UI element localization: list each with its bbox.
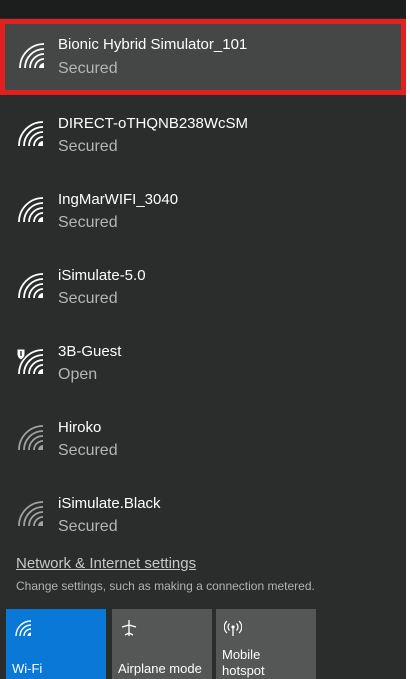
wifi-weak-signal-icon <box>18 425 44 451</box>
network-name: Bionic Hybrid Simulator_101 <box>58 36 248 53</box>
network-name: 3B-Guest <box>58 343 122 360</box>
wifi-open-shield-icon <box>16 348 44 375</box>
quick-action-label-line2: hotspot <box>222 663 265 678</box>
wifi-signal-icon <box>19 43 45 69</box>
network-item-isimulate-5-0[interactable]: iSimulate-5.0 Secured <box>0 250 406 326</box>
network-item-ingmarwifi-3040[interactable]: IngMarWIFI_3040 Secured <box>0 174 406 250</box>
network-status: Secured <box>58 60 118 77</box>
network-status: Secured <box>58 518 118 535</box>
network-item-isimulate-black[interactable]: iSimulate.Black Secured <box>0 478 406 554</box>
quick-action-label: Mobile hotspot <box>222 647 265 679</box>
quick-action-airplane-mode[interactable]: Airplane mode <box>112 609 212 679</box>
network-status: Secured <box>58 290 118 307</box>
mobile-hotspot-icon <box>224 620 242 636</box>
wifi-weak-signal-icon <box>18 501 44 527</box>
wifi-signal-icon <box>18 273 44 299</box>
flyout-top-strip <box>0 0 410 18</box>
network-item-hiroko[interactable]: Hiroko Secured <box>0 402 406 478</box>
network-name: DIRECT-oTHQNB238WcSM <box>58 115 249 132</box>
wifi-signal-icon <box>18 121 44 147</box>
network-settings-description: Change settings, such as making a connec… <box>16 579 315 593</box>
network-name: iSimulate-5.0 <box>58 267 146 284</box>
network-status: Secured <box>58 442 118 459</box>
quick-action-label-line1: Mobile <box>222 647 261 662</box>
network-name: Hiroko <box>58 419 102 436</box>
network-status: Open <box>58 366 98 383</box>
network-name: IngMarWIFI_3040 <box>58 191 179 208</box>
quick-action-label: Airplane mode <box>118 661 202 676</box>
quick-action-label: Wi-Fi <box>12 661 43 676</box>
right-gutter <box>406 0 410 679</box>
network-item-3b-guest[interactable]: 3B-Guest Open <box>0 326 406 402</box>
wifi-icon <box>15 620 32 637</box>
network-item-direct-othqnb238wcsm[interactable]: DIRECT-oTHQNB238WcSM Secured <box>0 98 406 174</box>
network-status: Secured <box>58 214 118 231</box>
quick-action-wifi-toggle[interactable]: Wi-Fi <box>6 609 106 679</box>
network-item-bionic-hybrid-simulator[interactable]: Bionic Hybrid Simulator_101 Secured <box>0 19 406 95</box>
network-status: Secured <box>58 138 118 155</box>
network-name: iSimulate.Black <box>58 495 161 512</box>
airplane-icon <box>121 620 137 636</box>
network-settings-link[interactable]: Network & Internet settings <box>16 555 196 572</box>
wifi-signal-icon <box>18 197 44 223</box>
quick-action-mobile-hotspot[interactable]: Mobile hotspot <box>216 609 316 679</box>
network-flyout: Bionic Hybrid Simulator_101 Secured DIRE… <box>0 0 410 679</box>
